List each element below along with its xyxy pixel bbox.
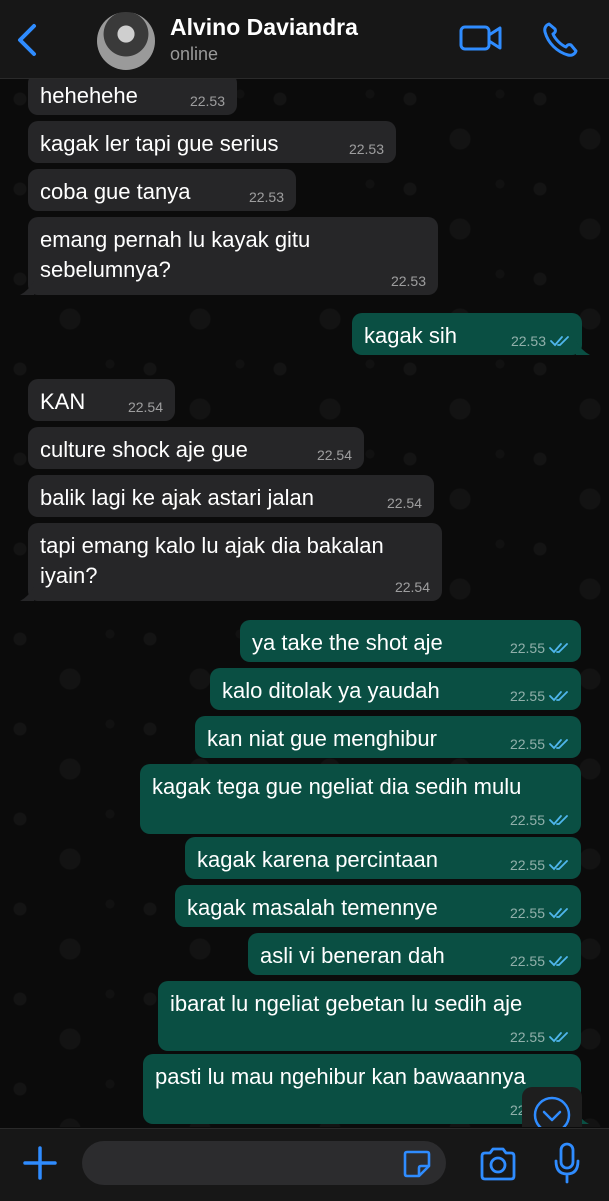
outgoing-message[interactable]: kagak sih 22.53 [352,313,590,355]
message-text: emang pernah lu kayak gitu [40,227,311,252]
message-meta: 22.55 [510,812,569,828]
message-text: tapi emang kalo lu ajak dia bakalan [40,533,384,558]
double-check-icon [549,691,568,702]
message-time: 22.55 [509,736,545,752]
contact-name[interactable]: Alvino Daviandra [170,14,358,41]
outgoing-message[interactable]: asli vi beneran dah 22.55 [248,933,581,975]
chat-header: Alvino Daviandra online [0,0,609,79]
message-text: pasti lu mau ngehibur kan bawaannya [155,1064,526,1089]
message-text: culture shock aje gue [40,437,248,462]
incoming-message[interactable]: culture shock aje gue 22.54 [28,427,364,469]
message-meta: 22.55 [510,688,569,704]
composer-bar [0,1128,609,1201]
message-text: balik lagi ke ajak astari jalan [40,485,314,510]
sticker-icon[interactable] [402,1149,432,1179]
message-meta: 22.54 [317,447,352,463]
message-time: 22.55 [509,688,545,704]
chevron-down-icon [533,1096,571,1127]
double-check-icon [549,815,568,826]
message-time: 22.55 [509,953,545,969]
double-check-icon [549,908,568,919]
bubble-tail [20,587,34,601]
message-meta: 22.53 [391,273,426,289]
outgoing-message[interactable]: kan niat gue menghibur 22.55 [195,716,581,758]
outgoing-message[interactable]: kagak masalah temennye 22.55 [175,885,581,927]
message-time: 22.55 [509,812,545,828]
message-time: 22.55 [509,905,545,921]
avatar[interactable] [97,12,155,70]
message-text: sebelumnya? [40,257,171,282]
message-time: 22.54 [394,579,430,595]
message-meta: 22.53 [190,93,225,109]
double-check-icon [549,956,568,967]
message-meta: 22.53 [349,141,384,157]
incoming-message[interactable]: hehehehe 22.53 [28,79,237,115]
message-time: 22.55 [509,857,545,873]
message-time: 22.54 [127,399,163,415]
message-time: 22.55 [509,640,545,656]
message-list[interactable]: hehehehe 22.53 kagak ler tapi gue serius 22… [0,79,609,1127]
message-meta: 22.55 [510,1029,569,1045]
double-check-icon [549,1032,568,1043]
message-meta: 22.53 [249,189,284,205]
bubble-tail [576,341,590,355]
message-time: 22.53 [189,93,225,109]
outgoing-message[interactable]: ya take the shot aje 22.55 [240,620,581,662]
outgoing-message[interactable]: pasti lu mau ngehibur kan bawaannya22.56 [143,1054,589,1124]
message-time: 22.54 [386,495,422,511]
plus-icon[interactable] [20,1143,60,1183]
message-meta: 22.55 [510,640,569,656]
video-call-icon[interactable] [458,20,504,56]
double-check-icon [549,643,568,654]
outgoing-message[interactable]: kagak tega gue ngeliat dia sedih mulu 22.… [140,764,581,834]
message-time: 22.53 [248,189,284,205]
message-input[interactable] [82,1141,446,1185]
double-check-icon [549,739,568,750]
message-time: 22.53 [348,141,384,157]
outgoing-message[interactable]: kalo ditolak ya yaudah 22.55 [210,668,581,710]
incoming-message[interactable]: coba gue tanya 22.53 [28,169,296,211]
message-time: 22.55 [509,1029,545,1045]
message-meta: 22.54 [128,399,163,415]
message-time: 22.53 [510,333,546,349]
phone-icon[interactable] [540,20,580,60]
microphone-icon[interactable] [552,1141,582,1185]
message-meta: 22.54 [395,579,430,595]
outgoing-message[interactable]: kagak karena percintaan 22.55 [185,837,581,879]
contact-status: online [170,44,219,64]
message-text: kagak ler tapi gue serius [40,131,279,156]
message-text: iyain? [40,563,98,588]
bubble-tail [20,281,34,295]
back-chevron-icon[interactable] [10,22,46,58]
double-check-icon [550,336,569,347]
camera-icon[interactable] [478,1145,518,1183]
message-text: kagak tega gue ngeliat dia sedih mulu [152,774,522,799]
incoming-message[interactable]: kagak ler tapi gue serius 22.53 [28,121,396,163]
incoming-message[interactable]: tapi emang kalo lu ajak dia bakalan iyain… [20,523,442,601]
outgoing-message[interactable]: ibarat lu ngeliat gebetan lu sedih aje 22… [158,981,581,1051]
message-meta: 22.55 [510,953,569,969]
double-check-icon [549,860,568,871]
message-text: ibarat lu ngeliat gebetan lu sedih aje [170,991,523,1016]
incoming-message[interactable]: KAN 22.54 [28,379,175,421]
incoming-message[interactable]: balik lagi ke ajak astari jalan 22.54 [28,475,434,517]
message-time: 22.54 [316,447,352,463]
message-meta: 22.53 [511,333,570,349]
message-meta: 22.55 [510,905,569,921]
message-meta: 22.54 [387,495,422,511]
message-meta: 22.55 [510,857,569,873]
incoming-message[interactable]: emang pernah lu kayak gitu sebelumnya? 22.… [20,217,438,295]
message-text: coba gue tanya [40,179,191,204]
message-meta: 22.55 [510,736,569,752]
scroll-down-button[interactable] [522,1087,582,1127]
message-time: 22.53 [390,273,426,289]
